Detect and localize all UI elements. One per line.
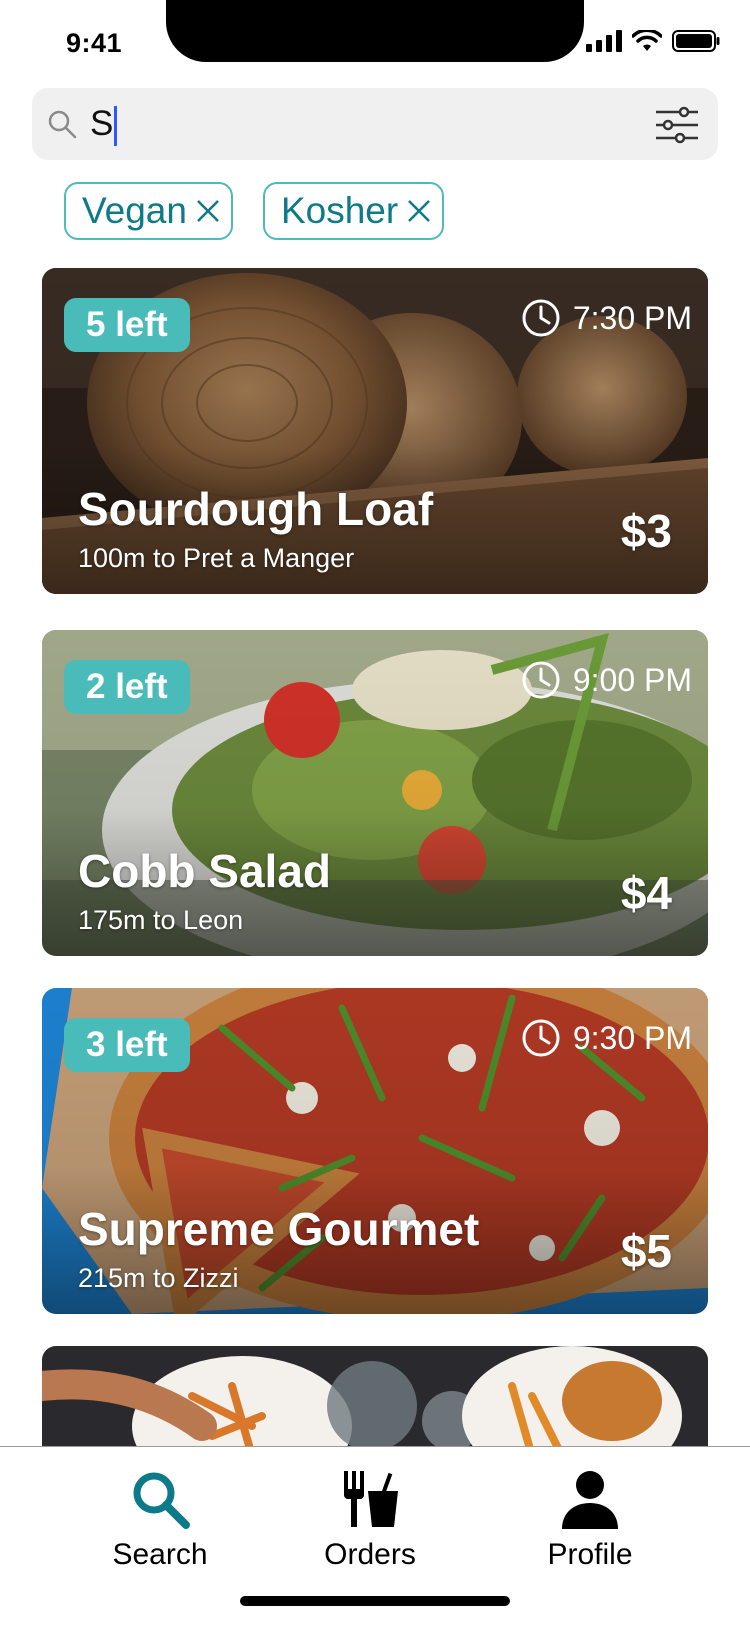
status-time: 9:41 [66,28,123,58]
signal-icon [586,30,622,52]
listing-card[interactable]: 2 left 9:00 PM Cobb Salad 175m to Leon $… [42,630,708,956]
listing-price: $3 [620,505,672,557]
quantity-badge: 2 left [64,660,190,714]
quantity-badge: 5 left [64,298,190,352]
listing-price: $5 [620,1225,672,1277]
listing-distance: 175m to Leon [78,905,244,935]
listing-title: Cobb Salad [78,845,332,897]
listing-price: $4 [620,867,672,919]
listing-card[interactable]: 5 left 7:30 PM Sourdough Loaf 100m to Pr… [42,268,708,594]
filter-chip-kosher[interactable]: Kosher [262,182,445,240]
pickup-time: 7:30 PM [521,298,692,338]
pickup-time-text: 9:00 PM [572,661,692,698]
tab-profile[interactable]: Profile [490,1467,690,1572]
close-icon[interactable] [195,198,221,224]
text-caret [114,105,118,146]
filter-sliders-icon[interactable] [654,106,700,144]
listing-distance: 215m to Zizzi [78,1263,239,1293]
battery-icon [672,30,720,52]
tab-label: Orders [324,1538,416,1571]
filter-chip-vegan[interactable]: Vegan [64,182,233,240]
filter-chips: Vegan Kosher [64,182,445,240]
search-icon [48,110,77,139]
tab-label: Profile [547,1538,633,1571]
chip-label: Kosher [280,190,399,231]
chip-label: Vegan [82,190,187,231]
listing-card[interactable]: 3 left 9:30 PM Supreme Gourmet 215m to Z… [42,988,708,1314]
search-input[interactable]: S [90,102,118,146]
home-indicator [240,1596,510,1606]
pickup-time: 9:30 PM [521,1018,692,1058]
search-icon [133,1472,190,1529]
listing-title: Sourdough Loaf [78,483,434,535]
listing-distance: 100m to Pret a Manger [78,543,355,573]
search-bar[interactable]: S [32,88,718,160]
device-notch [166,0,584,62]
close-icon[interactable] [406,198,432,224]
status-bar: 9:41 [0,0,750,88]
listing-title: Supreme Gourmet [78,1203,480,1255]
status-icons [586,30,720,52]
pickup-time-text: 7:30 PM [572,299,692,336]
quantity-badge: 3 left [64,1018,190,1072]
search-query: S [90,104,114,143]
person-icon [562,1471,618,1529]
fork-cup-icon [344,1471,398,1527]
tab-orders[interactable]: Orders [270,1467,470,1572]
pickup-time: 9:00 PM [521,660,692,700]
pickup-time-text: 9:30 PM [572,1019,692,1056]
tab-search[interactable]: Search [60,1467,260,1572]
tab-label: Search [112,1538,208,1571]
wifi-icon [632,30,662,51]
clock-icon [522,299,560,337]
clock-icon [522,661,560,699]
clock-icon [522,1019,560,1057]
